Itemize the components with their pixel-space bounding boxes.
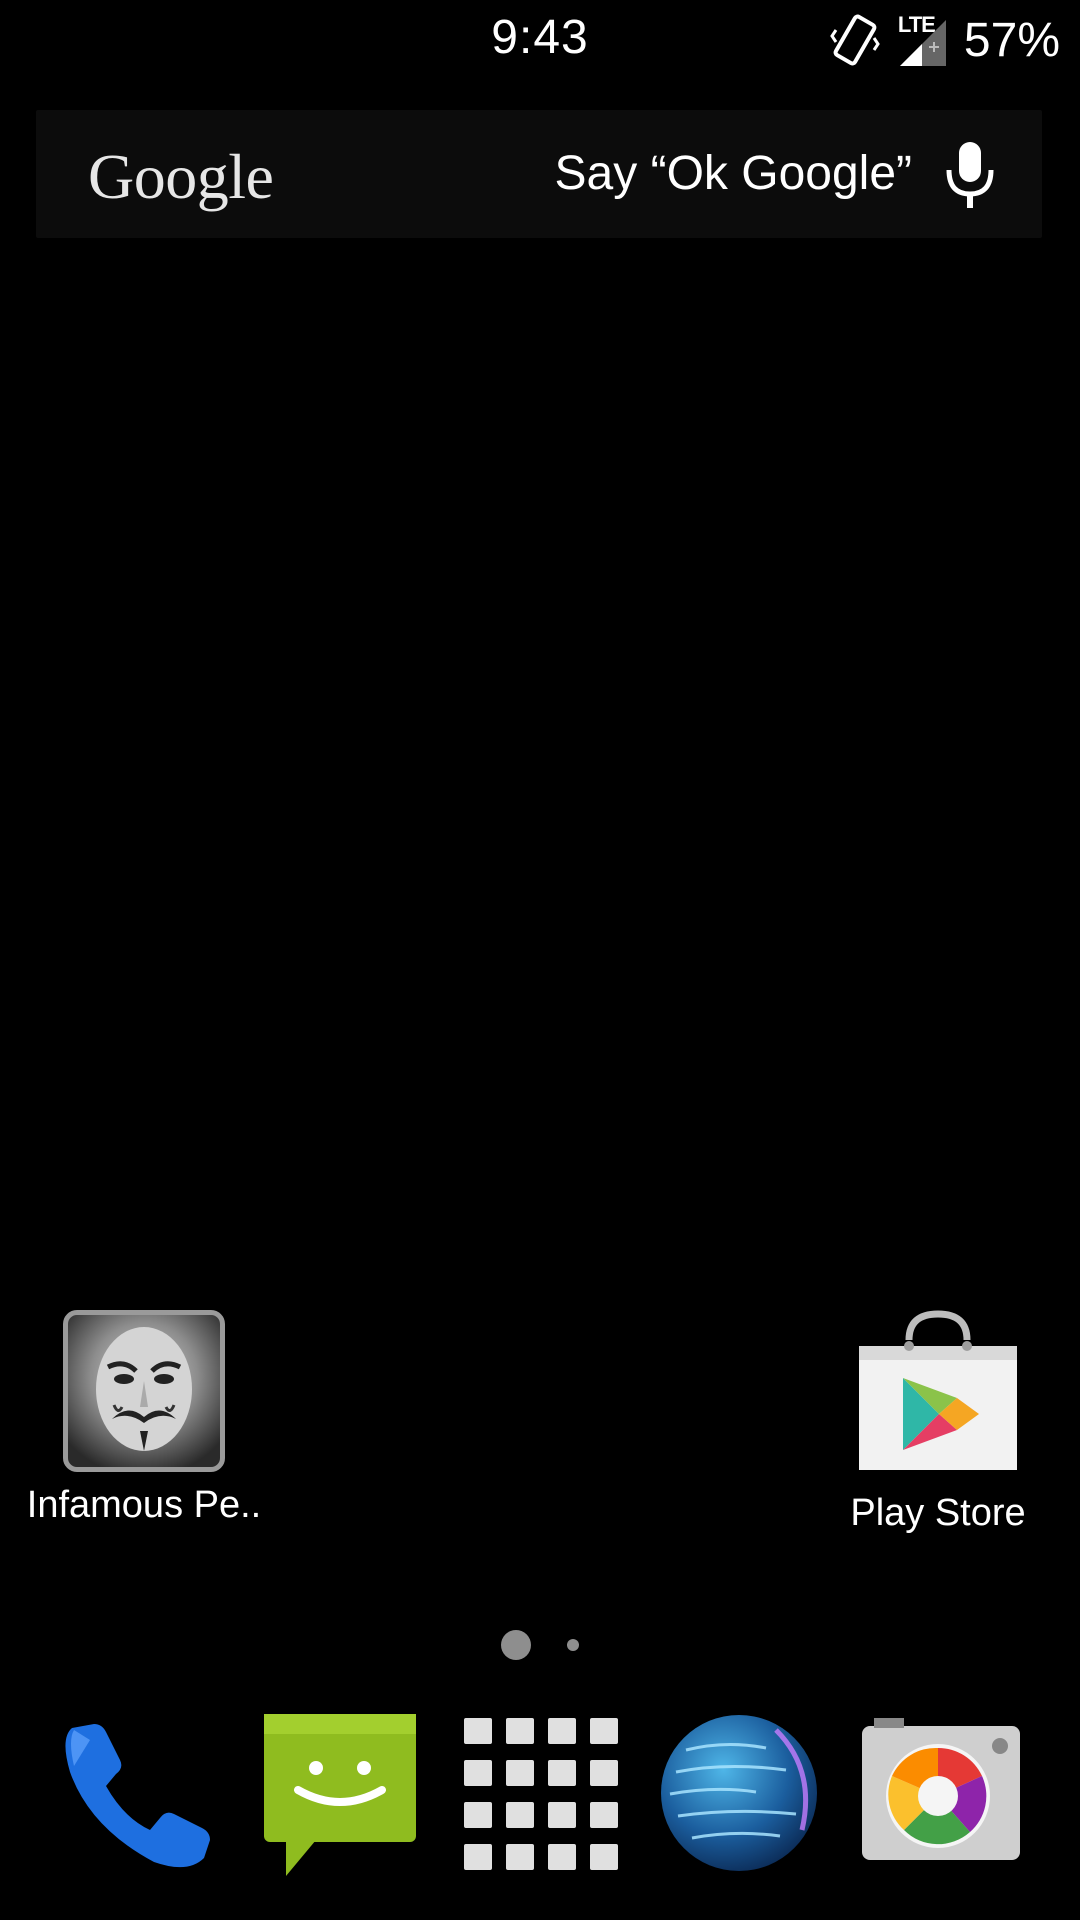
dock [0,1700,1080,1880]
app-label: Infamous Pe.. [26,1484,262,1526]
signal-icon: LTE [896,12,950,68]
home-screen: 9:43 LTE 57% Google Say “Ok Google” Infa… [0,0,1080,1920]
play-store-icon [853,1310,1023,1480]
status-icons: LTE 57% [830,10,1060,70]
app-drawer-icon [464,1718,618,1870]
google-logo: Google [88,141,274,212]
google-search-bar[interactable]: Google Say “Ok Google” [36,110,1042,238]
dock-camera[interactable] [858,1710,1024,1876]
anonymous-mask-icon [63,1310,225,1472]
page-dot [567,1639,579,1651]
globe-icon [661,1715,817,1871]
camera-icon [862,1718,1020,1860]
battery-level: 57% [963,13,1060,67]
dock-browser[interactable] [656,1710,822,1876]
ok-google-hint: Say “Ok Google” [554,147,912,200]
vibrate-icon [830,12,880,68]
dock-messaging[interactable] [256,1710,422,1876]
page-indicator [0,1630,1080,1660]
app-infamous[interactable]: Infamous Pe.. [0,1310,288,1527]
phone-icon [65,1724,210,1868]
messaging-icon [264,1714,416,1876]
app-play-store[interactable]: Play Store [830,1310,1046,1535]
status-bar: 9:43 LTE 57% [0,0,1080,78]
app-label: Play Store [850,1492,1026,1534]
dock-app-drawer[interactable] [456,1710,622,1876]
page-dot-active [501,1630,531,1660]
mic-icon[interactable] [942,140,998,212]
dock-phone[interactable] [54,1710,220,1876]
